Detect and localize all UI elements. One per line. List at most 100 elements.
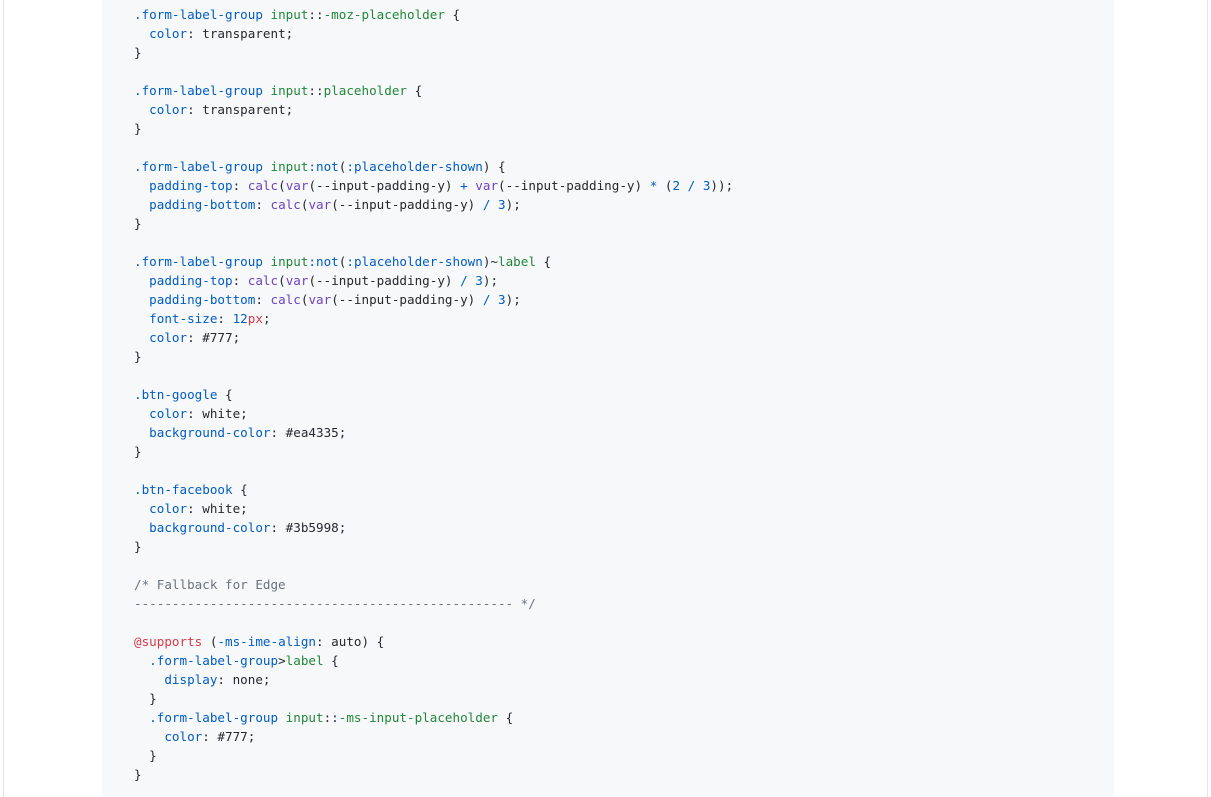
code-line: }: [134, 689, 733, 708]
code-token: padding-bottom: [149, 292, 256, 307]
code-token: {: [407, 83, 423, 98]
code-token: background-color: [149, 425, 271, 440]
code-line: display: none;: [134, 670, 733, 689]
code-token: }: [134, 691, 157, 706]
code-token: }: [134, 45, 142, 60]
code-token: {: [444, 7, 461, 22]
code-line: padding-top: calc(var(--input-padding-y)…: [134, 271, 733, 290]
code-token: )~: [482, 254, 499, 269]
code-line: .form-label-group input::placeholder {: [134, 81, 733, 100]
code-token: : white;: [187, 501, 248, 516]
code-line: color: transparent;: [134, 24, 733, 43]
code-token: .form-label-group: [134, 7, 263, 22]
code-token: }: [134, 539, 142, 554]
code-token: var: [475, 178, 499, 193]
code-token: input: [270, 83, 309, 98]
code-token: (--input-padding-y): [308, 178, 461, 193]
code-token: color: [149, 330, 188, 345]
code-token: ;: [262, 311, 271, 326]
code-line: .form-label-group input::-ms-input-place…: [134, 708, 733, 727]
code-line: .form-label-group>label {: [134, 651, 733, 670]
code-token: label: [498, 254, 536, 269]
code-token: color: [164, 729, 203, 744]
code-line: }: [134, 765, 733, 784]
code-token: .btn-google: [134, 387, 218, 402]
code-line: .form-label-group input:not(:placeholder…: [134, 157, 733, 176]
code-token: input: [285, 710, 324, 725]
code-token: (: [202, 634, 218, 649]
code-token: );: [505, 197, 521, 212]
code-token: }: [134, 748, 157, 763]
code-token: 3: [498, 197, 506, 212]
code-token: ::: [308, 83, 324, 98]
code-token: 12: [232, 311, 248, 326]
code-token: {: [535, 254, 552, 269]
code-token: (: [657, 178, 673, 193]
code-token: :: [255, 197, 271, 212]
code-line: font-size: 12px;: [134, 309, 733, 328]
code-token: #777: [202, 330, 233, 345]
code-token: : #ea4335;: [270, 425, 347, 440]
code-token: padding-top: [149, 178, 233, 193]
code-token: color: [149, 406, 188, 421]
code-line: }: [134, 43, 733, 62]
code-token: background-color: [149, 520, 271, 535]
code-line: background-color: #3b5998;: [134, 518, 733, 537]
code-token: .form-label-group: [134, 254, 263, 269]
code-listing[interactable]: .form-label-group input::-moz-placeholde…: [134, 5, 733, 784]
code-token: : auto) {: [316, 634, 385, 649]
code-line: padding-bottom: calc(var(--input-padding…: [134, 290, 733, 309]
code-line: }: [134, 347, 733, 366]
code-token: input: [270, 159, 309, 174]
code-line: padding-bottom: calc(var(--input-padding…: [134, 195, 733, 214]
code-line: }: [134, 119, 733, 138]
code-line: ----------------------------------------…: [134, 594, 733, 613]
code-token: ;: [232, 330, 241, 345]
code-token: (: [278, 273, 286, 288]
left-divider: [3, 0, 4, 797]
code-token: {: [232, 482, 248, 497]
code-line: }: [134, 746, 733, 765]
code-line: .btn-google {: [134, 385, 733, 404]
right-divider: [1207, 0, 1208, 797]
code-token: ::: [323, 710, 339, 725]
code-token: /: [460, 273, 468, 288]
code-token: calc: [270, 197, 301, 212]
code-token: calc: [247, 178, 279, 193]
code-token: {: [323, 653, 339, 668]
code-token: : transparent;: [187, 102, 294, 117]
code-token: :: [232, 178, 248, 193]
code-block[interactable]: .form-label-group input::-moz-placeholde…: [102, 0, 1114, 797]
code-token: var: [285, 178, 309, 193]
code-token: : #777;: [202, 729, 256, 744]
code-line: .form-label-group input::-moz-placeholde…: [134, 5, 733, 24]
code-token: (--input-padding-y): [308, 273, 461, 288]
code-line: .btn-facebook {: [134, 480, 733, 499]
code-token: }: [134, 121, 142, 136]
code-token: >: [278, 653, 286, 668]
code-token: input: [270, 254, 309, 269]
code-token: :: [187, 330, 203, 345]
code-token: {: [498, 710, 514, 725]
code-token: padding-bottom: [149, 197, 256, 212]
code-token: : #3b5998;: [270, 520, 347, 535]
